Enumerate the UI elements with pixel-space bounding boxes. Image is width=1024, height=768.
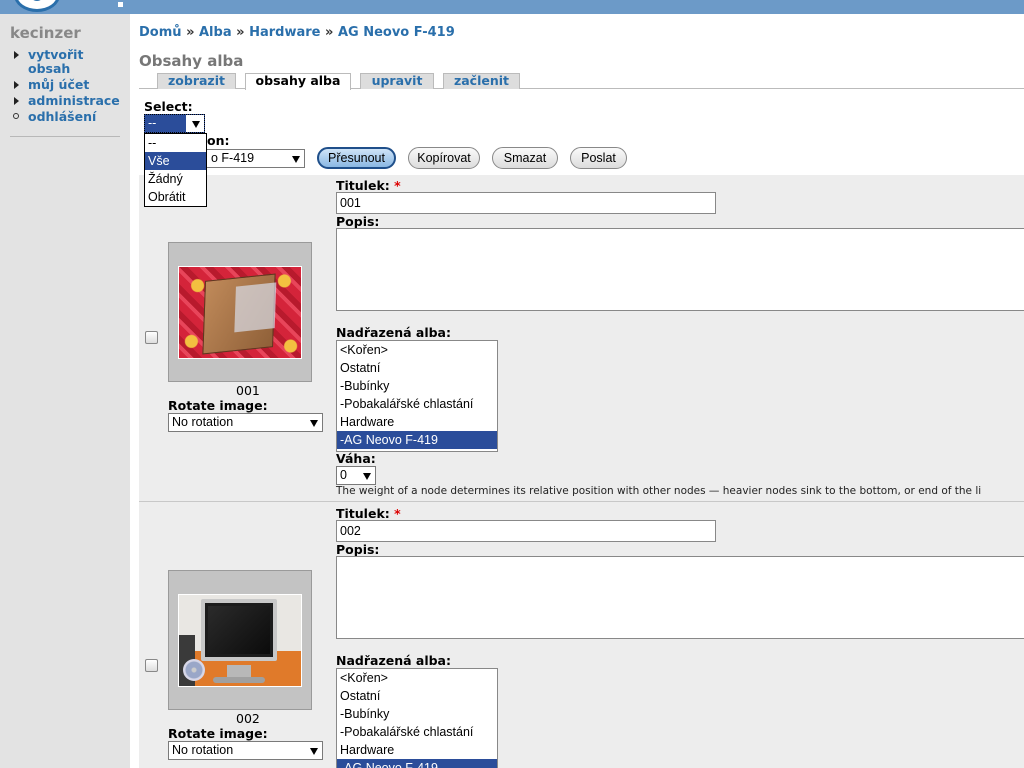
tab-album-contents[interactable]: obsahy alba (245, 73, 351, 90)
product-box (202, 273, 277, 355)
description-label: Popis: (336, 542, 380, 557)
parent-albums-label: Nadřazená alba: (336, 325, 451, 340)
sidebar-item-label[interactable]: odhlášení (28, 109, 96, 124)
album-option-selected[interactable]: -AG Neovo F-419 (337, 759, 497, 768)
header-bar (0, 0, 1024, 14)
weight-help-text: The weight of a node determines its rela… (336, 485, 982, 497)
select-option[interactable]: -- (145, 134, 206, 152)
monitor (201, 599, 277, 661)
box-on-carpet-photo[interactable] (178, 266, 302, 359)
description-textarea[interactable] (336, 556, 1024, 639)
weight-label: Váha: (336, 451, 376, 466)
send-button[interactable]: Poslat (570, 147, 627, 169)
sidebar-item-create-content[interactable]: vytvořit obsah (12, 48, 124, 76)
album-option[interactable]: -Pobakalářské chlastání (337, 395, 497, 413)
select-options-list[interactable]: -- Vše Žádný Obrátit (144, 133, 207, 207)
album-option[interactable]: -Pobakalářské chlastání (337, 723, 497, 741)
album-option[interactable]: <Kořen> (337, 669, 497, 687)
move-button[interactable]: Přesunout (317, 147, 396, 169)
sidebar-item-label[interactable]: administrace (28, 93, 120, 108)
album-option[interactable]: <Kořen> (337, 341, 497, 359)
title-input[interactable]: 001 (336, 192, 716, 214)
title-label: Titulek: * (336, 506, 401, 521)
page-title: Obsahy alba (139, 52, 244, 70)
parent-albums-label: Nadřazená alba: (336, 653, 451, 668)
thumbnail-frame[interactable] (168, 242, 312, 382)
album-option[interactable]: -Bubínky (337, 705, 497, 723)
breadcrumb-hardware[interactable]: Hardware (249, 25, 320, 40)
sidebar-item-label[interactable]: můj účet (28, 77, 89, 92)
album-option[interactable]: Ostatní (337, 687, 497, 705)
breadcrumb-separator: » (186, 25, 195, 40)
select-label: Select: (144, 99, 193, 114)
circle-bullet-icon (13, 113, 19, 119)
action-label: on: (207, 133, 230, 148)
delete-button[interactable]: Smazat (492, 147, 558, 169)
header-decoration (118, 2, 123, 7)
parent-albums-listbox[interactable]: <Kořen> Ostatní -Bubínky -Pobakalářské c… (336, 668, 498, 768)
sidebar-item-my-account[interactable]: můj účet (12, 78, 124, 92)
copy-button[interactable]: Kopírovat (408, 147, 480, 169)
weight-select[interactable]: 0 (336, 466, 376, 485)
description-label: Popis: (336, 214, 380, 229)
select-value: -- (148, 116, 157, 130)
select-arrow-area (186, 115, 204, 132)
triangle-bullet-icon (14, 97, 19, 105)
chevron-down-icon (310, 420, 318, 427)
sidebar-item-logout[interactable]: odhlášení (12, 110, 124, 124)
breadcrumb-home[interactable]: Domů (139, 25, 182, 40)
select-option[interactable]: Žádný (145, 170, 206, 188)
cd-disc (183, 659, 205, 681)
tab-view[interactable]: zobrazit (157, 73, 236, 89)
breadcrumb-separator: » (236, 25, 245, 40)
chevron-down-icon (192, 121, 200, 128)
album-option[interactable]: -Bubínky (337, 377, 497, 395)
triangle-bullet-icon (14, 51, 19, 59)
target-album-value: o F-419 (211, 151, 255, 165)
rotate-value: No rotation (172, 415, 234, 429)
thumbnail-caption: 001 (236, 383, 260, 398)
sidebar-item-administration[interactable]: administrace (12, 94, 124, 108)
row-select-checkbox[interactable] (145, 659, 158, 672)
thumbnail-caption: 002 (236, 711, 260, 726)
tab-edit[interactable]: upravit (360, 73, 434, 89)
parent-albums-listbox[interactable]: <Kořen> Ostatní -Bubínky -Pobakalářské c… (336, 340, 498, 452)
rotate-value: No rotation (172, 743, 234, 757)
breadcrumb-current-album[interactable]: AG Neovo F-419 (338, 25, 455, 40)
breadcrumb-separator: » (325, 25, 334, 40)
breadcrumb-albums[interactable]: Alba (199, 25, 232, 40)
rotate-label: Rotate image: (168, 398, 268, 413)
album-option-selected[interactable]: -AG Neovo F-419 (337, 431, 497, 449)
lcd-monitor-photo[interactable] (178, 594, 302, 687)
weight-value: 0 (340, 468, 347, 482)
sidebar-item-label[interactable]: vytvořit obsah (28, 47, 83, 76)
breadcrumb: Domů » Alba » Hardware » AG Neovo F-419 (139, 25, 455, 40)
title-input[interactable]: 002 (336, 520, 716, 542)
album-option[interactable]: Hardware (337, 741, 497, 759)
thumbnail-frame[interactable] (168, 570, 312, 710)
sidebar-divider (10, 136, 120, 137)
select-option[interactable]: Vše (145, 152, 206, 170)
user-menu: vytvořit obsah můj účet administrace odh… (12, 48, 124, 126)
triangle-bullet-icon (14, 81, 19, 89)
sidebar: kecinzer vytvořit obsah můj účet adminis… (0, 14, 130, 768)
required-mark: * (394, 506, 401, 521)
select-dropdown[interactable]: -- (144, 114, 205, 133)
rotate-label: Rotate image: (168, 726, 268, 741)
title-label: Titulek: * (336, 178, 401, 193)
album-option[interactable]: Ostatní (337, 359, 497, 377)
tab-include[interactable]: začlenit (443, 73, 520, 89)
chevron-down-icon (310, 748, 318, 755)
album-option[interactable]: Hardware (337, 413, 497, 431)
required-mark: * (394, 178, 401, 193)
select-option[interactable]: Obrátit (145, 188, 206, 206)
sidebar-username: kecinzer (10, 24, 81, 42)
rotate-select[interactable]: No rotation (168, 741, 323, 760)
site-logo-icon[interactable] (14, 0, 60, 12)
chevron-down-icon (292, 156, 300, 163)
rotate-select[interactable]: No rotation (168, 413, 323, 432)
chevron-down-icon (363, 473, 371, 480)
description-textarea[interactable] (336, 228, 1024, 311)
row-select-checkbox[interactable] (145, 331, 158, 344)
